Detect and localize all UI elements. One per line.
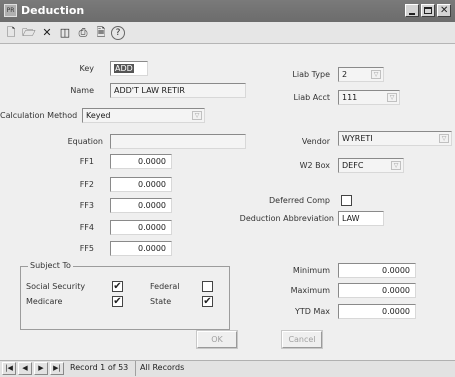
calc-method-value: Keyed: [86, 111, 111, 120]
ff4-field[interactable]: 0.0000: [110, 220, 172, 235]
chevron-down-icon[interactable]: ▽: [439, 134, 449, 143]
maximum-label: Maximum: [290, 286, 330, 295]
medicare-checkbox[interactable]: ✔: [112, 296, 123, 307]
ff1-field[interactable]: 0.0000: [110, 154, 172, 169]
copy-icon[interactable]: ◫: [57, 25, 73, 41]
new-document-icon[interactable]: 🗋: [3, 25, 19, 41]
w2-box-value: DEFC: [342, 161, 364, 170]
app-icon: PR: [4, 4, 17, 17]
maximum-field[interactable]: 0.0000: [338, 283, 416, 298]
w2-box-select[interactable]: DEFC ▽: [338, 158, 404, 173]
minimum-label: Minimum: [292, 266, 330, 275]
state-checkbox[interactable]: ✔: [202, 296, 213, 307]
deduction-abbrev-label: Deduction Abbreviation: [239, 214, 334, 223]
liab-type-label: Liab Type: [292, 70, 330, 79]
key-label: Key: [79, 64, 94, 73]
vendor-label: Vendor: [301, 137, 330, 146]
liab-type-value: 2: [342, 70, 348, 79]
chevron-down-icon[interactable]: ▽: [192, 111, 202, 120]
record-counter: Record 1 of 53: [70, 363, 129, 372]
deferred-comp-checkbox[interactable]: [341, 195, 352, 206]
ff5-field[interactable]: 0.0000: [110, 241, 172, 256]
last-record-button[interactable]: ▶|: [50, 362, 64, 375]
ff4-label: FF4: [79, 223, 94, 232]
delete-icon[interactable]: ✕: [39, 25, 55, 41]
vendor-value: WYRETI: [342, 134, 373, 143]
equation-label: Equation: [67, 137, 103, 146]
federal-label: Federal: [150, 282, 180, 291]
liab-acct-label: Liab Acct: [293, 93, 330, 102]
w2-box-label: W2 Box: [299, 161, 330, 170]
liab-acct-select[interactable]: 111 ▽: [338, 90, 400, 105]
close-button[interactable]: ✕: [437, 4, 451, 17]
first-record-button[interactable]: |◀: [2, 362, 16, 375]
chevron-down-icon[interactable]: ▽: [371, 70, 381, 79]
help-icon[interactable]: ?: [111, 26, 125, 40]
minimize-button[interactable]: [405, 4, 419, 17]
print-preview-icon[interactable]: 🗎: [93, 25, 109, 41]
ytd-max-label: YTD Max: [294, 307, 330, 316]
ok-button[interactable]: OK: [196, 330, 238, 349]
ff5-label: FF5: [79, 244, 94, 253]
ff2-label: FF2: [79, 180, 94, 189]
key-field[interactable]: ADD: [110, 61, 148, 76]
print-icon[interactable]: ⎙: [75, 25, 91, 41]
chevron-down-icon[interactable]: ▽: [391, 161, 401, 170]
liab-acct-value: 111: [342, 93, 358, 102]
calc-method-label: Calculation Method: [0, 111, 78, 120]
social-security-checkbox[interactable]: ✔: [112, 281, 123, 292]
liab-type-select[interactable]: 2 ▽: [338, 67, 384, 82]
medicare-label: Medicare: [26, 297, 63, 306]
next-record-button[interactable]: ▶: [34, 362, 48, 375]
status-bar: [0, 360, 455, 377]
vendor-select[interactable]: WYRETI ▽: [338, 131, 452, 146]
subject-to-title: Subject To: [28, 261, 73, 270]
chevron-down-icon[interactable]: ▽: [387, 93, 397, 102]
name-label: Name: [70, 86, 94, 95]
deduction-abbrev-field[interactable]: LAW: [338, 211, 384, 226]
ff1-label: FF1: [79, 157, 94, 166]
prev-record-button[interactable]: ◀: [18, 362, 32, 375]
deferred-comp-label: Deferred Comp: [269, 196, 330, 205]
federal-checkbox[interactable]: [202, 281, 213, 292]
open-folder-icon[interactable]: 🗁: [21, 25, 37, 41]
minimum-field[interactable]: 0.0000: [338, 263, 416, 278]
ff3-label: FF3: [79, 201, 94, 210]
record-filter: All Records: [140, 363, 185, 372]
maximize-button[interactable]: [421, 4, 435, 17]
cancel-button[interactable]: Cancel: [281, 330, 323, 349]
name-field[interactable]: ADD'T LAW RETIR: [110, 83, 246, 98]
ytd-max-field[interactable]: 0.0000: [338, 304, 416, 319]
social-security-label: Social Security: [26, 282, 86, 291]
key-value: ADD: [114, 64, 134, 73]
ff2-field[interactable]: 0.0000: [110, 177, 172, 192]
status-divider: [135, 361, 136, 376]
calc-method-select[interactable]: Keyed ▽: [82, 108, 205, 123]
window-title: Deduction: [21, 4, 85, 17]
ff3-field[interactable]: 0.0000: [110, 198, 172, 213]
state-label: State: [150, 297, 172, 306]
equation-field[interactable]: [110, 134, 246, 149]
